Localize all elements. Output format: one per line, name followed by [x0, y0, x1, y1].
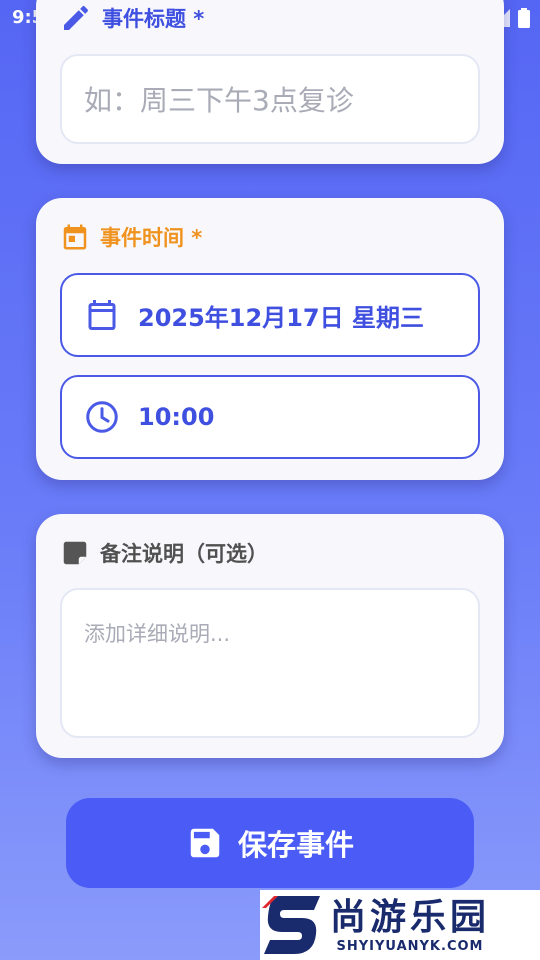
clock-icon	[86, 401, 118, 433]
note-textarea[interactable]: 添加详细说明...	[60, 588, 480, 738]
s-logo-icon	[262, 896, 320, 954]
date-picker[interactable]: 2025年12月17日 星期三	[60, 273, 480, 357]
time-picker[interactable]: 10:00	[60, 375, 480, 459]
watermark-name: 尚游乐园	[330, 896, 491, 938]
event-title-label: 事件标题 *	[102, 7, 205, 31]
note-card: 备注说明（可选） 添加详细说明...	[36, 514, 504, 758]
note-icon	[63, 541, 87, 565]
watermark-text: 尚游乐园 SHYIYUANYK.COM	[330, 897, 490, 954]
pencil-icon	[64, 5, 89, 30]
note-label: 备注说明（可选）	[100, 542, 268, 566]
watermark-url: SHYIYUANYK.COM	[336, 938, 484, 954]
floppy-disk-icon	[190, 828, 220, 858]
event-title-header: 事件标题 *	[60, 2, 204, 34]
event-time-card: 事件时间 * 2025年12月17日 星期三 10:00	[36, 198, 504, 480]
battery-icon	[518, 8, 530, 28]
date-value: 2025年12月17日 星期三	[138, 303, 424, 332]
event-title-input[interactable]: 如：周三下午3点复诊	[60, 54, 480, 144]
note-header: 备注说明（可选）	[60, 538, 268, 568]
event-time-label: 事件时间 *	[100, 226, 203, 250]
watermark: 尚游乐园 SHYIYUANYK.COM	[260, 890, 540, 960]
event-title-card: 事件标题 * 如：周三下午3点复诊	[36, 0, 504, 164]
calendar-icon	[63, 224, 87, 250]
event-time-header: 事件时间 *	[60, 222, 202, 252]
save-event-button[interactable]: 保存事件	[66, 798, 474, 888]
event-title-placeholder: 如：周三下午3点复诊	[84, 84, 354, 117]
time-value: 10:00	[138, 403, 215, 431]
save-event-label: 保存事件	[237, 828, 354, 862]
calendar-outline-icon	[88, 300, 116, 330]
note-placeholder: 添加详细说明...	[84, 622, 231, 646]
